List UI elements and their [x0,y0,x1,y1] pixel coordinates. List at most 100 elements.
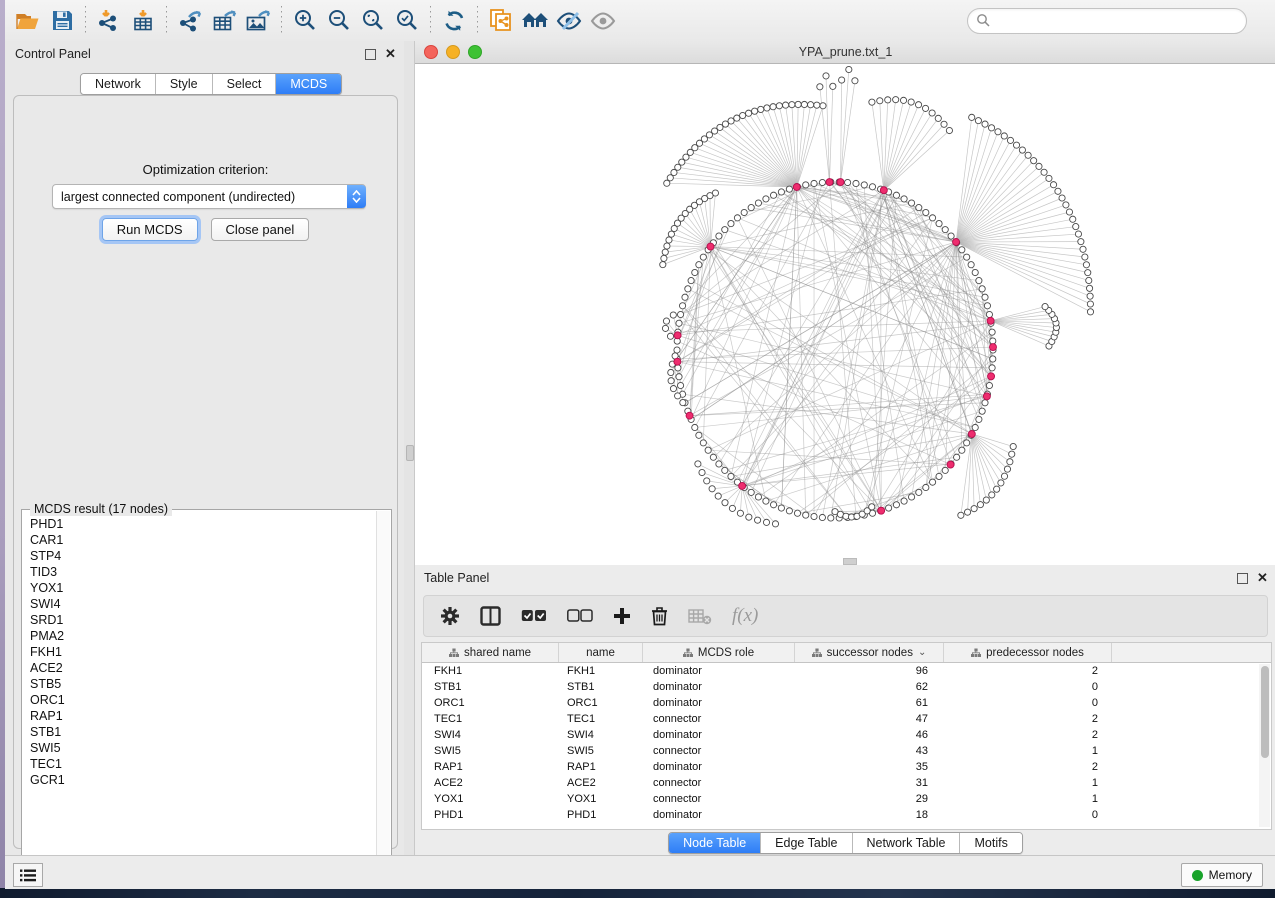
delete-table-icon[interactable] [688,608,712,625]
network-node[interactable] [989,365,995,371]
zoom-fit-icon[interactable] [356,5,390,37]
network-node[interactable] [975,118,981,124]
network-node[interactable] [668,378,674,384]
mcds-result-item[interactable]: CAR1 [30,532,382,548]
network-node[interactable] [748,489,754,495]
network-node[interactable] [877,98,883,104]
network-node[interactable] [1082,254,1088,260]
tab-mcds[interactable]: MCDS [276,74,341,94]
network-node[interactable] [845,179,851,185]
hide-selection-eye-icon[interactable] [552,5,586,37]
network-node[interactable] [692,269,698,275]
network-node[interactable] [755,494,761,500]
network-node[interactable] [783,102,789,108]
network-node[interactable] [803,512,809,518]
mcds-result-item[interactable]: STB1 [30,724,382,740]
network-node[interactable] [839,77,845,83]
optimization-criterion-select[interactable]: largest connected component (undirected) [52,184,366,209]
network-node[interactable] [1001,133,1007,139]
network-node[interactable] [964,509,970,515]
add-row-icon[interactable] [613,607,631,625]
network-node[interactable] [1025,152,1031,158]
network-node[interactable] [668,369,674,375]
network-node[interactable] [745,110,751,116]
network-node[interactable] [861,182,867,188]
network-dominator-node[interactable] [826,179,833,186]
network-node[interactable] [972,269,978,275]
network-node[interactable] [976,277,982,283]
network-node[interactable] [740,112,746,118]
network-node[interactable] [685,286,691,292]
network-node[interactable] [778,505,784,511]
network-node[interactable] [692,424,698,430]
network-node[interactable] [1066,209,1072,215]
network-dominator-node[interactable] [968,431,975,438]
network-node[interactable] [982,400,988,406]
tab-network[interactable]: Network [81,74,156,94]
network-node[interactable] [808,102,814,108]
mcds-result-item[interactable]: STB5 [30,676,382,692]
network-node[interactable] [929,479,935,485]
network-node[interactable] [763,196,769,202]
network-node[interactable] [819,514,825,520]
table-row[interactable]: SWI4SWI4dominator462 [422,727,1271,743]
mcds-result-item[interactable]: ACE2 [30,660,382,676]
network-node[interactable] [705,447,711,453]
network-node[interactable] [786,186,792,192]
network-node[interactable] [696,432,702,438]
table-row[interactable]: STB1STB1dominator620 [422,679,1271,695]
run-mcds-button[interactable]: Run MCDS [102,218,198,241]
network-node[interactable] [728,473,734,479]
network-node[interactable] [1036,163,1042,169]
export-table-icon[interactable] [207,5,241,37]
network-node[interactable] [1073,223,1079,229]
network-node[interactable] [971,506,977,512]
deselect-all-icon[interactable] [567,609,593,623]
network-node[interactable] [923,484,929,490]
export-image-icon[interactable] [241,5,275,37]
network-node[interactable] [746,514,752,520]
network-node[interactable] [763,498,769,504]
open-session-icon[interactable] [11,5,45,37]
network-node[interactable] [729,505,735,511]
network-node[interactable] [984,303,990,309]
network-node[interactable] [929,110,935,116]
table-panel-close-button[interactable]: ✕ [1256,572,1269,585]
table-scrollbar-thumb[interactable] [1261,666,1269,758]
control-panel-close-button[interactable]: ✕ [384,48,397,61]
network-node[interactable] [1009,451,1015,457]
network-node[interactable] [954,454,960,460]
network-node[interactable] [1085,270,1091,276]
network-node[interactable] [1042,303,1048,309]
network-window-titlebar[interactable]: YPA_prune.txt_1 [415,41,1275,64]
network-node[interactable] [752,108,758,114]
network-node[interactable] [982,121,988,127]
network-node[interactable] [1083,262,1089,268]
network-node[interactable] [852,78,858,84]
network-node[interactable] [1078,239,1084,245]
network-canvas[interactable] [415,64,1275,565]
tab-node-table[interactable]: Node Table [669,833,761,853]
network-node[interactable] [700,254,706,260]
network-node[interactable] [741,209,747,215]
network-node[interactable] [968,262,974,268]
network-node[interactable] [688,277,694,283]
network-node[interactable] [964,254,970,260]
network-node[interactable] [794,510,800,516]
network-node[interactable] [670,312,676,318]
column-header-name[interactable]: name [559,643,643,662]
network-dominator-node[interactable] [947,461,954,468]
network-node[interactable] [908,99,914,105]
network-node[interactable] [817,84,823,90]
network-node[interactable] [696,262,702,268]
network-node[interactable] [803,182,809,188]
network-node[interactable] [811,513,817,519]
network-node[interactable] [994,486,1000,492]
network-node[interactable] [704,478,710,484]
network-node[interactable] [1075,231,1081,237]
network-dominator-node[interactable] [989,344,996,351]
table-scrollbar[interactable] [1259,664,1270,827]
network-node[interactable] [748,204,754,210]
horizontal-splitter-grip[interactable] [843,558,857,565]
network-node[interactable] [901,498,907,504]
